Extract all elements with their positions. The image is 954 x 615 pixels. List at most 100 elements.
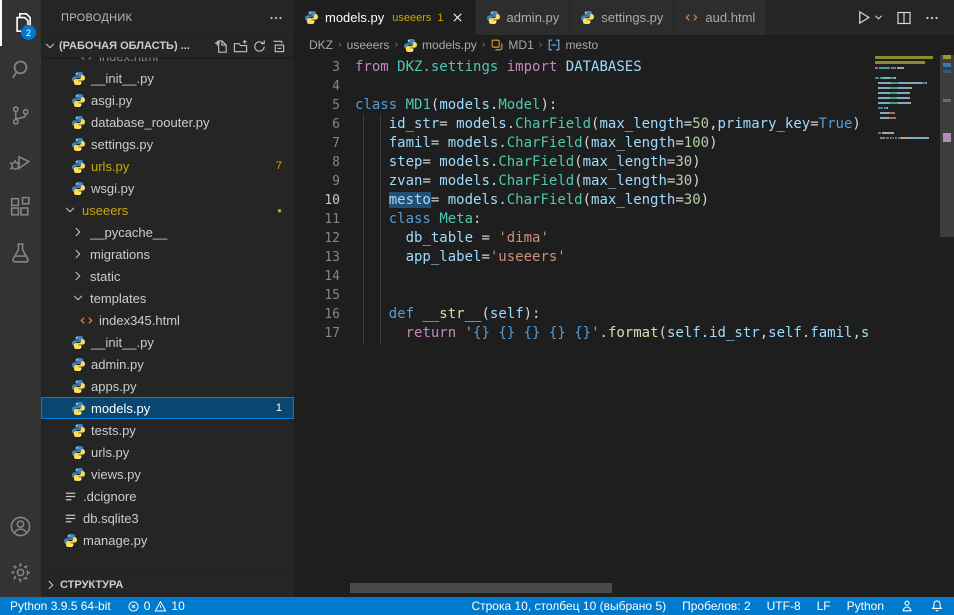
- activity-settings[interactable]: [0, 549, 41, 595]
- code-line[interactable]: 9 zvan= models.CharField(max_length=30): [294, 172, 875, 191]
- close-icon[interactable]: [450, 10, 465, 25]
- tree-item--pycache-[interactable]: __pycache__: [41, 221, 294, 243]
- breadcrumb-item-md1[interactable]: MD1: [490, 38, 533, 52]
- status-indentation[interactable]: Пробелов: 2: [682, 599, 751, 613]
- file-icon: [63, 489, 78, 504]
- tree-item-models-py[interactable]: models.py1: [41, 397, 294, 419]
- tree-item-apps-py[interactable]: apps.py: [41, 375, 294, 397]
- status-label: Пробелов: 2: [682, 599, 751, 613]
- code-line[interactable]: 7 famil= models.CharField(max_length=100…: [294, 134, 875, 153]
- code-line[interactable]: 13 app_label='useeers': [294, 248, 875, 267]
- tree-item-wsgi-py[interactable]: wsgi.py: [41, 177, 294, 199]
- tree-item-useeers[interactable]: useeers●: [41, 199, 294, 221]
- tree-item-views-py[interactable]: views.py: [41, 463, 294, 485]
- breadcrumb-item-mesto[interactable]: mesto: [547, 38, 598, 52]
- status-label: UTF-8: [767, 599, 801, 613]
- code-line[interactable]: 14: [294, 267, 875, 286]
- activity-explorer[interactable]: 2: [0, 0, 41, 46]
- code-line[interactable]: 11 class Meta:: [294, 210, 875, 229]
- breadcrumb-item-dkz[interactable]: DKZ: [309, 38, 333, 52]
- status-language-mode[interactable]: Python: [847, 599, 884, 613]
- line-content: return '{} {} {} {} {}'.format(self.id_s…: [355, 324, 869, 343]
- split-editor-icon[interactable]: [896, 10, 912, 26]
- status-bar: Python 3.9.5 64-bit 010 Строка 10, столбе…: [0, 597, 954, 615]
- chevron-right-icon: [71, 269, 85, 283]
- breadcrumb-item-models-py[interactable]: models.py: [403, 38, 477, 53]
- problems-badge: 1: [276, 402, 282, 414]
- breadcrumb-item-useeers[interactable]: useeers: [347, 38, 390, 52]
- run-button-group[interactable]: [855, 9, 884, 26]
- tab-models-py[interactable]: models.pyuseeers1: [294, 0, 476, 35]
- tree-item-urls-py[interactable]: urls.py 7: [41, 155, 294, 177]
- extensions-icon: [8, 195, 33, 220]
- explorer-more-actions-icon[interactable]: [268, 10, 284, 26]
- tree-item-label: index345.html: [99, 313, 294, 328]
- tree-item-templates[interactable]: templates: [41, 287, 294, 309]
- tree-item-asgi-py[interactable]: asgi.py: [41, 89, 294, 111]
- status-cursor-position[interactable]: Строка 10, столбец 10 (выбрано 5): [471, 599, 666, 613]
- code-line[interactable]: 5class MD1(models.Model):: [294, 96, 875, 115]
- status-eol[interactable]: LF: [817, 599, 831, 613]
- activity-testing[interactable]: [0, 230, 41, 276]
- tree-item-tests-py[interactable]: tests.py: [41, 419, 294, 441]
- chevron-down-icon: [43, 39, 57, 53]
- class-icon: [490, 38, 504, 52]
- line-content: step= models.CharField(max_length=30): [355, 153, 701, 172]
- activity-search[interactable]: [0, 46, 41, 92]
- code-line[interactable]: 17 return '{} {} {} {} {}'.format(self.i…: [294, 324, 875, 343]
- tree-item-migrations[interactable]: migrations: [41, 243, 294, 265]
- status-encoding[interactable]: UTF-8: [767, 599, 801, 613]
- status-notifications[interactable]: [930, 599, 944, 613]
- problems-badge: 7: [276, 160, 282, 172]
- tree-item--dcignore[interactable]: .dcignore: [41, 485, 294, 507]
- activity-extensions[interactable]: [0, 184, 41, 230]
- tree-item-label: urls.py: [91, 159, 270, 174]
- activity-run-debug[interactable]: [0, 138, 41, 184]
- horizontal-scrollbar[interactable]: [350, 583, 612, 593]
- code-line[interactable]: 3from DKZ.settings import DATABASES: [294, 58, 875, 77]
- tree-item-manage-py[interactable]: manage.py: [41, 529, 294, 551]
- new-file-icon[interactable]: [214, 39, 229, 54]
- activity-source-control[interactable]: [0, 92, 41, 138]
- line-number: 6: [294, 115, 340, 134]
- code-line[interactable]: 16 def __str__(self):: [294, 305, 875, 324]
- activity-account[interactable]: [0, 503, 41, 549]
- refresh-icon[interactable]: [252, 39, 267, 54]
- code-line[interactable]: 4: [294, 77, 875, 96]
- tree-item-static[interactable]: static: [41, 265, 294, 287]
- minimap-line: [875, 135, 940, 140]
- code-line[interactable]: 15: [294, 286, 875, 305]
- code-line[interactable]: 12 db_table = 'dima': [294, 229, 875, 248]
- tree-item-index345-html[interactable]: index345.html: [41, 309, 294, 331]
- python-icon: [71, 357, 86, 372]
- tree-item-index-html[interactable]: index.html: [41, 57, 294, 67]
- status-python-interpreter[interactable]: Python 3.9.5 64-bit: [10, 599, 111, 613]
- html-code-icon: [79, 313, 94, 328]
- tree-item-database-roouter-py[interactable]: database_roouter.py: [41, 111, 294, 133]
- overview-ruler-scrollbar[interactable]: [940, 55, 954, 583]
- tab-settings-py[interactable]: settings.py: [570, 0, 674, 35]
- workspace-section-header[interactable]: (РАБОЧАЯ ОБЛАСТЬ) ...: [41, 35, 294, 57]
- code-line[interactable]: 10 mesto= models.CharField(max_length=30…: [294, 191, 875, 210]
- more-actions-icon[interactable]: [924, 10, 940, 26]
- tree-item-settings-py[interactable]: settings.py: [41, 133, 294, 155]
- tab-aud-html[interactable]: aud.html: [674, 0, 766, 35]
- line-content: famil= models.CharField(max_length=100): [355, 134, 718, 153]
- minimap[interactable]: [875, 55, 940, 583]
- tree-item-db-sqlite3[interactable]: db.sqlite3: [41, 507, 294, 529]
- status-feedback[interactable]: [900, 599, 914, 613]
- python-icon: [71, 71, 86, 86]
- code-line[interactable]: 8 step= models.CharField(max_length=30): [294, 153, 875, 172]
- python-icon: [71, 423, 86, 438]
- status-problems[interactable]: 010: [127, 599, 185, 613]
- tab-admin-py[interactable]: admin.py: [476, 0, 571, 35]
- tree-item-urls-py[interactable]: urls.py: [41, 441, 294, 463]
- outline-section-header[interactable]: СТРУКТУРА: [41, 572, 294, 597]
- code-line[interactable]: 6 id_str= models.CharField(max_length=50…: [294, 115, 875, 134]
- new-folder-icon[interactable]: [233, 39, 248, 54]
- tree-item-admin-py[interactable]: admin.py: [41, 353, 294, 375]
- collapse-all-icon[interactable]: [271, 39, 286, 54]
- tree-item--init-py[interactable]: __init__.py: [41, 331, 294, 353]
- tree-item--init-py[interactable]: __init__.py: [41, 67, 294, 89]
- code-editor[interactable]: 3from DKZ.settings import DATABASES45cla…: [294, 55, 875, 583]
